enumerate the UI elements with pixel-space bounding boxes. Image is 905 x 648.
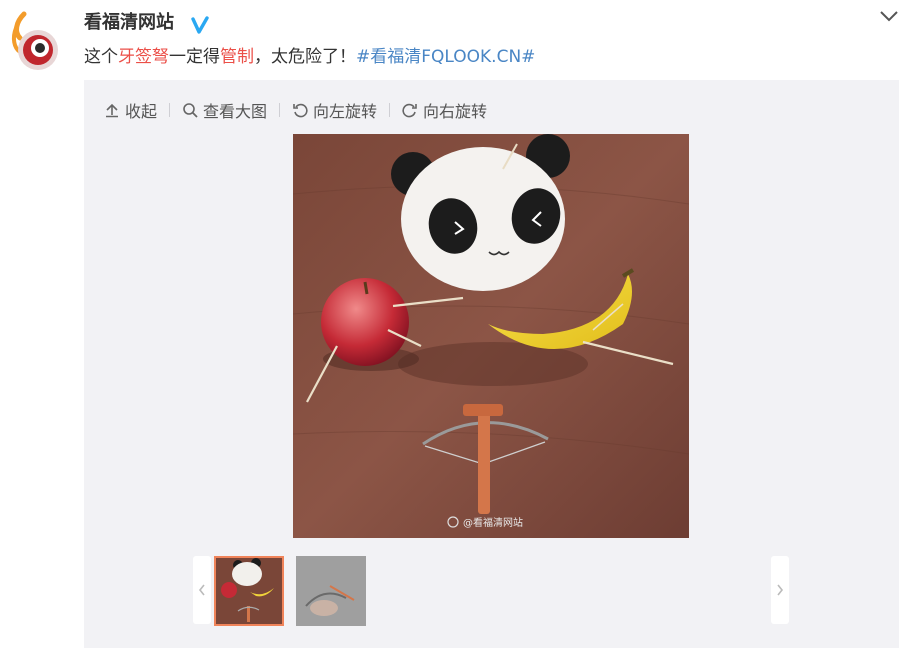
thumbnail-item[interactable]: [296, 556, 366, 626]
username[interactable]: 看福清网站: [84, 11, 174, 35]
post-text-part: 一定得: [169, 47, 220, 67]
thumbnail-strip: [193, 556, 789, 626]
verified-v-icon: [190, 15, 210, 35]
rotate-left-label: 向左旋转: [313, 102, 378, 121]
chevron-down-icon[interactable]: [878, 8, 900, 24]
media-toolbar: 收起 查看大图 向左旋转 向右旋转: [104, 98, 487, 122]
rotate-left-icon: [293, 103, 308, 118]
divider: [169, 103, 171, 117]
divider: [389, 103, 391, 117]
chevron-left-icon: [198, 584, 205, 596]
post-text-part: ，太危险了！: [254, 47, 356, 67]
media-box: 收起 查看大图 向左旋转 向右旋转 @看福清网站: [84, 80, 899, 648]
rotate-right-label: 向右旋转: [423, 102, 488, 121]
post-text: 这个牙签弩一定得管制，太危险了！#看福清FQLOOK.CN#: [84, 45, 535, 69]
search-icon: [183, 103, 198, 118]
main-photo[interactable]: @看福清网站: [293, 134, 689, 538]
rotate-right-icon: [402, 103, 417, 118]
post-text-part: 这个: [84, 47, 118, 67]
rotate-right-button[interactable]: 向右旋转: [402, 98, 487, 122]
chevron-right-icon: [777, 584, 784, 596]
avatar[interactable]: [10, 8, 62, 76]
topic-link[interactable]: #看福清FQLOOK.CN#: [356, 47, 535, 67]
rotate-left-button[interactable]: 向左旋转: [292, 98, 377, 122]
keyword-link[interactable]: 牙签弩: [118, 47, 169, 67]
watermark-text: @看福清网站: [463, 516, 523, 529]
view-large-label: 查看大图: [203, 102, 268, 121]
next-thumb-button[interactable]: [771, 556, 789, 624]
collapse-button[interactable]: 收起: [104, 98, 157, 122]
keyword-link[interactable]: 管制: [220, 47, 254, 67]
collapse-label: 收起: [125, 102, 158, 121]
collapse-up-icon: [106, 103, 118, 118]
thumbnail-item[interactable]: [214, 556, 284, 626]
view-large-button[interactable]: 查看大图: [182, 98, 267, 122]
divider: [279, 103, 281, 117]
prev-thumb-button[interactable]: [193, 556, 211, 624]
